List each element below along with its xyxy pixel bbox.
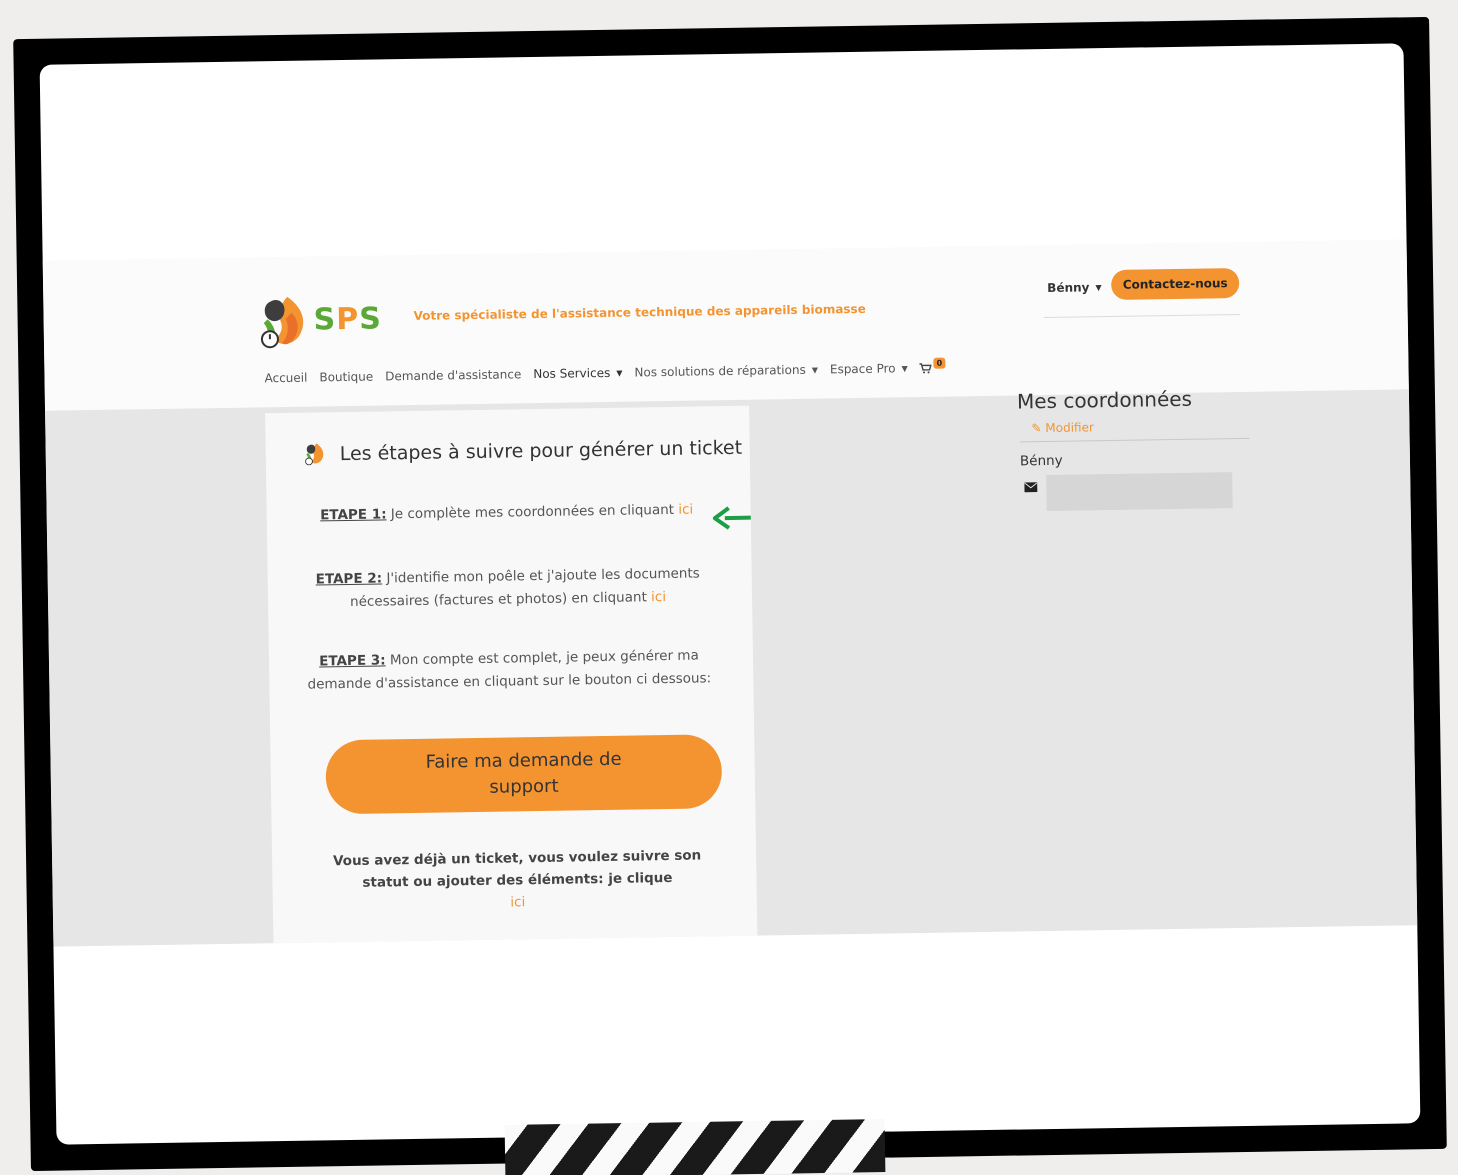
sps-logo[interactable]: SPS (257, 292, 382, 354)
logo-wordmark: SPS (313, 301, 383, 338)
user-name: Bénny (1047, 280, 1090, 295)
email-placeholder-box (1046, 472, 1233, 512)
step-2-link[interactable]: ici (651, 589, 666, 605)
site-header (42, 239, 1409, 411)
cart-count-badge: 0 (933, 357, 946, 369)
step-3-label: ETAPE 3: (319, 652, 386, 670)
screen: SPS Votre spécialiste de l'assistance te… (39, 43, 1421, 1145)
card-title-text: Les étapes à suivre pour générer un tick… (339, 436, 743, 466)
envelope-icon (1024, 482, 1038, 493)
edit-contact-link[interactable]: ✎ Modifier (1031, 420, 1094, 435)
nav-item-boutique[interactable]: Boutique (319, 370, 373, 385)
caret-down-icon: ▼ (616, 368, 623, 378)
support-request-button[interactable]: Faire ma demande de support (325, 734, 723, 815)
cart-icon (919, 362, 932, 373)
step-1-link[interactable]: ici (678, 502, 693, 518)
nav-item-espace-pro[interactable]: Espace Pro ▼ (830, 361, 908, 376)
step-1-text: Je complète mes coordonnées en cliquant (386, 501, 679, 523)
caret-down-icon: ▼ (1095, 283, 1102, 293)
nav-item-nos-services[interactable]: Nos Services ▼ (533, 366, 622, 381)
arrow-left-icon (712, 506, 751, 530)
caret-down-icon: ▼ (901, 364, 908, 374)
card-title: Les étapes à suivre pour générer un tick… (304, 434, 743, 469)
existing-ticket-text: Vous avez déjà un ticket, vous voulez su… (332, 847, 702, 891)
contact-name: Bénny (1019, 452, 1063, 470)
step-3: ETAPE 3: Mon compte est complet, je peux… (299, 644, 720, 697)
photo-frame: SPS Votre spécialiste de l'assistance te… (13, 16, 1447, 1172)
step-1: ETAPE 1: Je complète mes coordonnées en … (297, 498, 717, 528)
flame-logo-icon (305, 443, 324, 466)
contact-button[interactable]: Contactez-nous (1110, 267, 1240, 300)
cart-button[interactable]: 0 (919, 357, 946, 373)
step-2-text: J'identifie mon poêle et j'ajoute les do… (349, 565, 700, 610)
user-menu[interactable]: Bénny ▼ (1047, 280, 1102, 295)
caret-down-icon: ▼ (811, 365, 819, 375)
step-1-label: ETAPE 1: (320, 506, 387, 524)
nav-item-solutions-reparations[interactable]: Nos solutions de réparations ▼ (634, 363, 818, 380)
sidebar-title: Mes coordonnées (1016, 386, 1193, 414)
ticket-steps-card: Les étapes à suivre pour générer un tick… (265, 405, 758, 944)
flame-logo-icon (260, 296, 304, 349)
striped-tape (504, 1119, 886, 1175)
nav-item-demande-assistance[interactable]: Demande d'assistance (385, 367, 521, 383)
existing-ticket-link[interactable]: ici (323, 888, 713, 916)
step-2: ETAPE 2: J'identifie mon poêle et j'ajou… (298, 562, 719, 615)
nav-item-accueil[interactable]: Accueil (264, 371, 307, 386)
existing-ticket-note: Vous avez déjà un ticket, vous voulez su… (322, 844, 713, 916)
pencil-icon: ✎ (1031, 421, 1042, 436)
step-2-label: ETAPE 2: (315, 570, 383, 588)
